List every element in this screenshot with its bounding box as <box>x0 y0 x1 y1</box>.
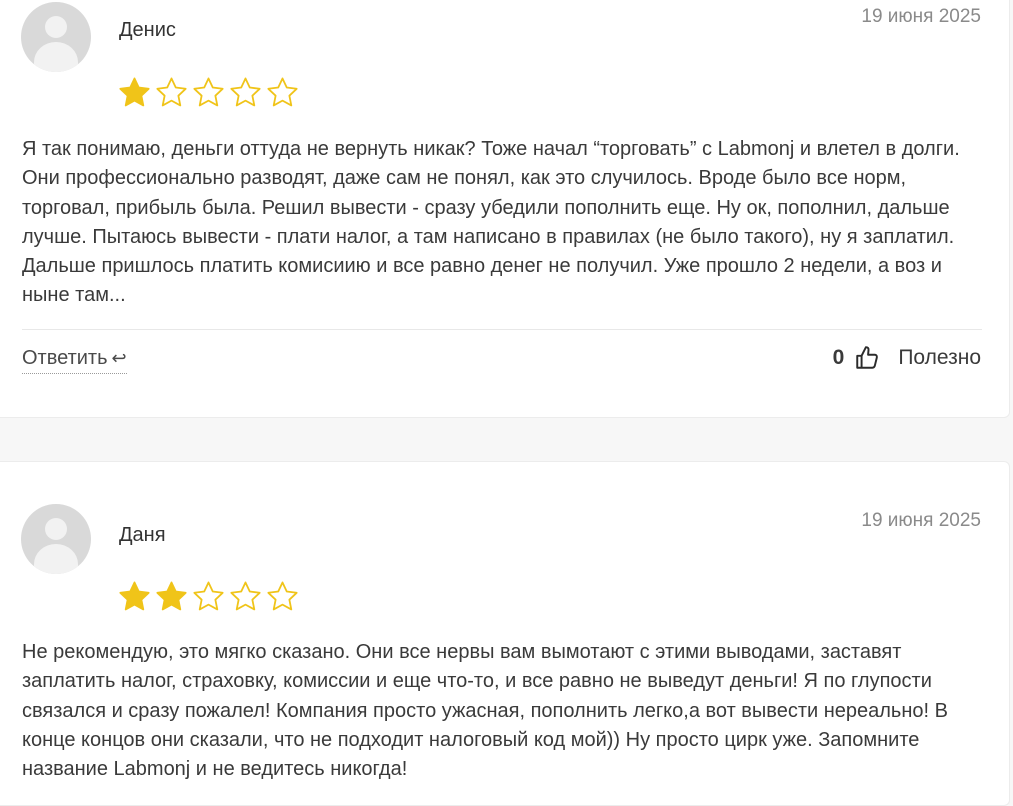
helpful-count: 0 <box>832 346 845 369</box>
review-author: Денис <box>119 19 176 41</box>
star-filled-icon <box>119 581 150 611</box>
star-outline-icon <box>267 77 298 107</box>
star-outline-icon <box>267 581 298 611</box>
star-filled-icon <box>156 581 187 611</box>
divider <box>22 329 982 330</box>
reply-label: Ответить <box>22 347 108 369</box>
reply-arrow-icon: ↩ <box>111 348 127 368</box>
rating-stars <box>118 580 299 613</box>
star-outline-icon <box>193 581 224 611</box>
star-outline-icon <box>193 77 224 107</box>
star-outline-icon <box>230 581 261 611</box>
review-card: Денис 19 июня 2025 Я так понимаю, деньги… <box>0 0 1010 418</box>
rating-stars <box>118 76 299 109</box>
review-date: 19 июня 2025 <box>861 6 981 27</box>
helpful-button[interactable]: Полезно <box>898 346 981 370</box>
review-card: Даня 19 июня 2025 Не рекомендую, это мяг… <box>0 461 1010 806</box>
avatar <box>21 2 91 72</box>
star-filled-icon <box>119 77 150 107</box>
review-date: 19 июня 2025 <box>861 510 981 531</box>
reply-button[interactable]: Ответить ↩ <box>22 347 127 374</box>
helpful-block: 0 Полезно <box>833 345 981 371</box>
thumbs-up-icon[interactable] <box>854 345 880 371</box>
review-text: Я так понимаю, деньги оттуда не вернуть … <box>22 138 960 307</box>
review-text: Не рекомендую, это мягко сказано. Они вс… <box>22 641 948 781</box>
star-outline-icon <box>156 77 187 107</box>
review-author: Даня <box>119 524 166 546</box>
star-outline-icon <box>230 77 261 107</box>
avatar <box>21 504 91 574</box>
